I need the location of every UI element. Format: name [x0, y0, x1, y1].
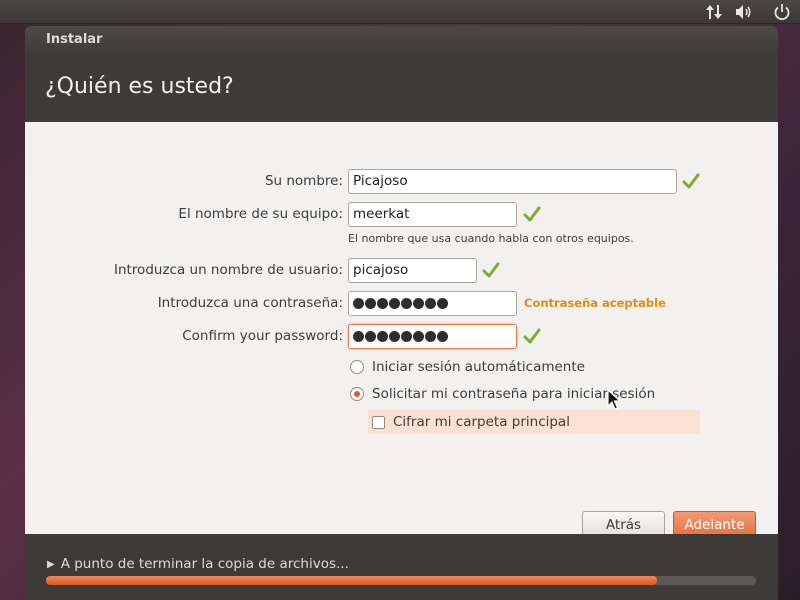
password-dot	[353, 331, 364, 342]
window-titlebar[interactable]: Instalar	[25, 26, 778, 54]
auto-login-option[interactable]: Iniciar sesión automáticamente	[350, 357, 585, 377]
encrypt-home-label: Cifrar mi carpeta principal	[393, 414, 570, 430]
computer-valid-check-icon	[523, 206, 541, 222]
confirm-password-label: Confirm your password:	[182, 328, 343, 344]
password-dot	[353, 298, 364, 309]
confirm-valid-check-icon	[523, 328, 541, 344]
auto-login-label: Iniciar sesión automáticamente	[372, 359, 585, 375]
window-title: Instalar	[46, 32, 103, 47]
password-dot	[401, 331, 412, 342]
require-password-radio[interactable]	[350, 387, 364, 401]
password-dot	[389, 298, 400, 309]
name-label: Su nombre:	[264, 173, 343, 189]
encrypt-home-option[interactable]: Cifrar mi carpeta principal	[368, 410, 700, 434]
encrypt-home-checkbox[interactable]	[372, 415, 385, 429]
confirm-password-mask	[353, 331, 448, 342]
network-arrows-icon[interactable]	[703, 2, 725, 22]
page-header: ¿Quién es usted?	[25, 54, 778, 122]
name-input[interactable]: Picajoso	[348, 169, 677, 194]
name-valid-check-icon	[682, 173, 700, 189]
password-dot	[425, 298, 436, 309]
password-input[interactable]	[348, 291, 517, 316]
progress-bar-fill	[46, 576, 657, 585]
password-dot	[401, 298, 412, 309]
top-panel	[0, 0, 800, 24]
password-dot	[413, 298, 424, 309]
volume-icon[interactable]	[733, 2, 755, 22]
password-dot	[365, 331, 376, 342]
installer-window: Instalar ¿Quién es usted? Su nombre: Pic…	[25, 26, 778, 600]
progress-status-text: A punto de terminar la copia de archivos…	[60, 556, 349, 572]
progress-status[interactable]: ▶ A punto de terminar la copia de archiv…	[47, 556, 349, 572]
password-dot	[377, 298, 388, 309]
computer-name-hint: El nombre que usa cuando habla con otros…	[348, 232, 634, 245]
password-strength: Contraseña aceptable	[524, 296, 666, 310]
username-input[interactable]: picajoso	[348, 258, 477, 283]
progress-bar	[46, 576, 756, 585]
password-dot	[413, 331, 424, 342]
username-valid-check-icon	[482, 262, 500, 278]
password-label: Introduzca una contraseña:	[157, 295, 343, 311]
password-mask	[353, 298, 448, 309]
confirm-password-input[interactable]	[348, 324, 517, 349]
password-dot	[389, 331, 400, 342]
user-form: Su nombre: Picajoso El nombre de su equi…	[25, 122, 778, 538]
password-dot	[365, 298, 376, 309]
expander-triangle-icon[interactable]: ▶	[47, 559, 55, 570]
password-dot	[437, 331, 448, 342]
power-icon[interactable]	[771, 2, 793, 22]
password-dot	[377, 331, 388, 342]
computer-name-input[interactable]: meerkat	[348, 202, 517, 227]
mouse-cursor-icon	[607, 389, 621, 410]
password-dot	[437, 298, 448, 309]
auto-login-radio[interactable]	[350, 360, 364, 374]
computer-name-label: El nombre de su equipo:	[178, 206, 343, 222]
username-label: Introduzca un nombre de usuario:	[113, 262, 343, 278]
progress-footer: ▶ A punto de terminar la copia de archiv…	[25, 534, 778, 600]
password-dot	[425, 331, 436, 342]
page-title: ¿Quién es usted?	[45, 74, 234, 99]
